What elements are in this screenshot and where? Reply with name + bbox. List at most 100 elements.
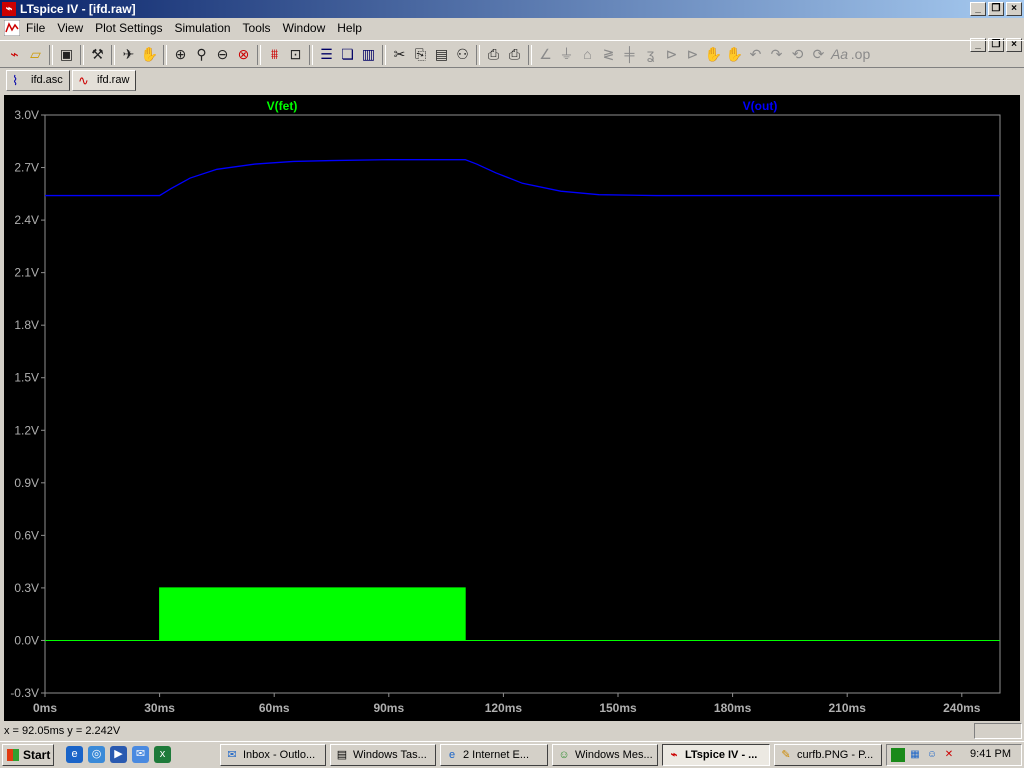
messenger-tray-icon[interactable]: ☺	[925, 748, 939, 762]
minimize-button[interactable]: _	[970, 2, 986, 16]
status-bar: x = 92.05ms y = 2.242V	[0, 722, 1024, 741]
zoom-cancel-icon[interactable]: ⊗	[233, 44, 254, 65]
task-label: Windows Mes...	[575, 749, 653, 761]
trace-label-v-out[interactable]: V(out)	[743, 99, 778, 113]
x-tick-label: 30ms	[144, 701, 175, 715]
tile-horizontal-icon[interactable]: ☰	[316, 44, 337, 65]
spice-directive-icon[interactable]: .op	[850, 44, 871, 65]
start-button[interactable]: Start	[2, 744, 54, 766]
menu-tools[interactable]: Tools	[243, 21, 271, 35]
toolbar-separator	[528, 44, 532, 65]
tab-ifd-asc[interactable]: ⌇ ifd.asc	[6, 70, 70, 91]
y-tick-label: 1.5V	[14, 371, 39, 385]
volume-icon[interactable]: ✕	[942, 748, 956, 762]
zoom-in-icon[interactable]: ⊕	[170, 44, 191, 65]
wire-icon[interactable]: ∠	[535, 44, 556, 65]
x-tick-label: 90ms	[373, 701, 404, 715]
ltspice-icon[interactable]: ⌁	[2, 2, 16, 16]
menu-plot-settings[interactable]: Plot Settings	[95, 21, 162, 35]
run-icon[interactable]: ✈	[118, 44, 139, 65]
drag-icon[interactable]: ✋	[724, 44, 745, 65]
save-icon[interactable]: ▣	[56, 44, 77, 65]
window-controls: _ ❐ ×	[968, 2, 1022, 16]
print-preview-icon[interactable]: ⎙	[483, 44, 504, 65]
paste-icon[interactable]: ▤	[431, 44, 452, 65]
connection-icon[interactable]: ▦	[908, 748, 922, 762]
ltspice-icon: ⌁	[670, 749, 678, 761]
toolbar-separator	[80, 44, 84, 65]
menu-file[interactable]: File	[26, 21, 45, 35]
y-tick-label: 1.2V	[14, 423, 39, 437]
menu-help[interactable]: Help	[337, 21, 362, 35]
explorer-icon[interactable]: ◎	[88, 746, 105, 763]
task-button-paint[interactable]: ✎ curfb.PNG - P...	[774, 744, 882, 766]
find-icon[interactable]: ⚇	[452, 44, 473, 65]
task-button-messenger[interactable]: ☺ Windows Mes...	[552, 744, 658, 766]
task-label: Windows Tas...	[353, 749, 427, 761]
menu-view[interactable]: View	[57, 21, 83, 35]
open-folder-icon[interactable]: ▱	[25, 44, 46, 65]
label-net-icon[interactable]: ⌂	[577, 44, 598, 65]
task-label: curfb.PNG - P...	[797, 749, 874, 761]
task-button-task-manager[interactable]: ▤ Windows Tas...	[330, 744, 436, 766]
waveform-chart[interactable]: 3.0V 2.7V 2.4V 2.1V 1.8V 1.5V 1.2V 0.9V 0.6V 0.3V…	[4, 95, 1020, 721]
print-icon[interactable]: ⎙	[504, 44, 525, 65]
diode-icon[interactable]: ⊳	[661, 44, 682, 65]
menu-simulation[interactable]: Simulation	[175, 21, 231, 35]
window-title: LTspice IV - [ifd.raw]	[20, 2, 136, 16]
resistor-icon[interactable]: ≷	[598, 44, 619, 65]
ground-icon[interactable]: ⏚	[556, 44, 577, 65]
menu-window[interactable]: Window	[283, 21, 326, 35]
x-tick-label: 210ms	[829, 701, 867, 715]
task-label: LTspice IV - ...	[685, 749, 758, 761]
toolbar: ⌁ ▱ ▣ ⚒ ✈ ✋ ⊕ ⚲ ⊖ ⊗ ⩩ ⊡ ☰ ❏ ▥ ✂ ⎘ ▤ ⚇ ⎙ …	[0, 40, 1024, 68]
network-icon[interactable]	[891, 748, 905, 762]
undo-icon[interactable]: ↶	[745, 44, 766, 65]
y-tick-label: 0.9V	[14, 476, 39, 490]
toolbar-separator	[257, 44, 261, 65]
task-button-internet-explorer[interactable]: e 2 Internet E...	[440, 744, 548, 766]
tab-label: ifd.raw	[97, 74, 130, 86]
zoom-area-icon[interactable]: ⚲	[191, 44, 212, 65]
taskbar: Start e ◎ ▶ ✉ x ✉ Inbox - Outlo... ▤ Win…	[0, 741, 1024, 768]
y-tick-label: 0.3V	[14, 581, 39, 595]
toolbar-separator	[49, 44, 53, 65]
redo-icon[interactable]: ↷	[766, 44, 787, 65]
fit-icon[interactable]: ⊡	[285, 44, 306, 65]
inductor-icon[interactable]: ʓ	[640, 44, 661, 65]
outlook-icon[interactable]: ✉	[132, 746, 149, 763]
rotate-icon[interactable]: ⟲	[787, 44, 808, 65]
internet-explorer-icon[interactable]: e	[66, 746, 83, 763]
capacitor-icon[interactable]: ╪	[619, 44, 640, 65]
y-tick-label: 2.1V	[14, 266, 39, 280]
waveform-icon[interactable]	[4, 20, 20, 36]
move-icon[interactable]: ✋	[703, 44, 724, 65]
trace-label-v-fet[interactable]: V(fet)	[267, 99, 298, 113]
messenger-icon: ☺	[558, 749, 570, 761]
task-button-ltspice[interactable]: ⌁ LTspice IV - ...	[662, 744, 770, 766]
tile-vertical-icon[interactable]: ▥	[358, 44, 379, 65]
excel-icon[interactable]: x	[154, 746, 171, 763]
restore-button[interactable]: ❐	[988, 2, 1004, 16]
control-panel-icon[interactable]: ⚒	[87, 44, 108, 65]
cut-icon[interactable]: ✂	[389, 44, 410, 65]
task-button-outlook[interactable]: ✉ Inbox - Outlo...	[220, 744, 326, 766]
autorange-icon[interactable]: ⩩	[264, 44, 285, 65]
quick-launch: e ◎ ▶ ✉ x	[66, 746, 171, 763]
zoom-out-icon[interactable]: ⊖	[212, 44, 233, 65]
media-player-icon[interactable]: ▶	[110, 746, 127, 763]
component-icon[interactable]: ⊳	[682, 44, 703, 65]
y-tick-label: 1.8V	[14, 318, 39, 332]
text-icon[interactable]: Aa	[829, 44, 850, 65]
copy-icon[interactable]: ⎘	[410, 44, 431, 65]
y-tick-label: 2.4V	[14, 213, 39, 227]
close-button[interactable]: ×	[1006, 2, 1022, 16]
new-schematic-icon[interactable]: ⌁	[4, 44, 25, 65]
waveform-viewer[interactable]: 3.0V 2.7V 2.4V 2.1V 1.8V 1.5V 1.2V 0.9V 0.6V 0.3V…	[4, 95, 1020, 721]
cascade-icon[interactable]: ❏	[337, 44, 358, 65]
halt-icon[interactable]: ✋	[139, 44, 160, 65]
mirror-icon[interactable]: ⟳	[808, 44, 829, 65]
tab-ifd-raw[interactable]: ∿ ifd.raw	[72, 70, 136, 91]
menu-bar: File View Plot Settings Simulation Tools…	[0, 18, 1024, 52]
toolbar-separator	[476, 44, 480, 65]
